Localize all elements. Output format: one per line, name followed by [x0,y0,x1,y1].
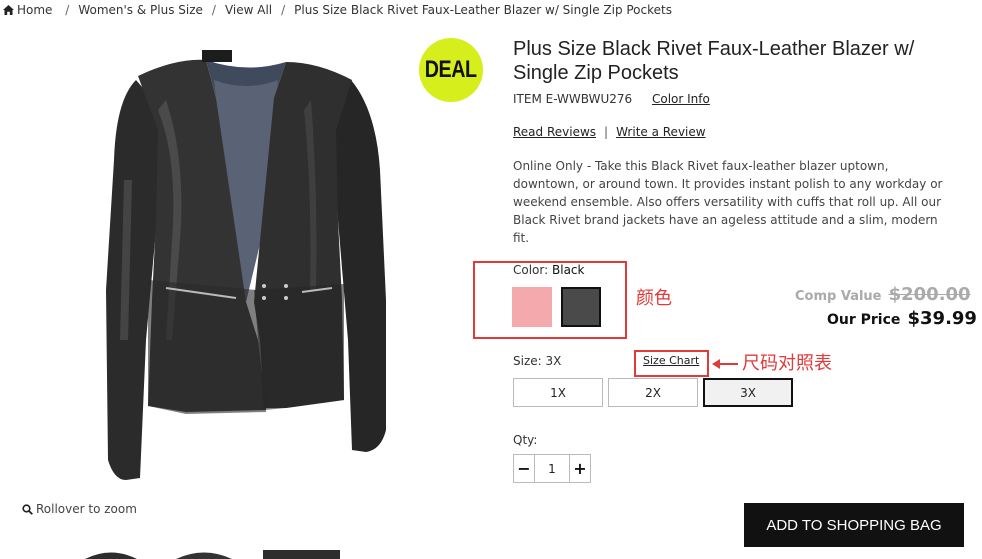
review-separator: | [604,125,609,139]
color-info-link[interactable]: Color Info [652,92,710,106]
add-to-bag-button[interactable]: ADD TO SHOPPING BAG [744,503,964,547]
home-icon [3,5,14,15]
review-links: Read Reviews | Write a Review [513,125,706,139]
annotation-arrow-icon [712,359,738,369]
write-review-link[interactable]: Write a Review [616,125,705,139]
breadcrumb-current: Plus Size Black Rivet Faux-Leather Blaze… [294,3,672,17]
breadcrumb-womens-plus[interactable]: Women's & Plus Size [78,3,203,17]
comp-value: Comp Value $200.00 [795,284,971,305]
color-annotation-note: 颜色 [636,288,672,309]
our-price: Our Price $39.99 [827,308,977,329]
thumbnail-1[interactable] [85,550,137,559]
thumbnail-3[interactable] [263,550,340,559]
breadcrumb-home-label: Home [17,3,53,17]
our-price-label: Our Price [827,312,901,328]
color-selected-value: Black [552,263,585,277]
breadcrumb: Home / Women's & Plus Size / View All / Plus … [3,3,672,17]
breadcrumb-separator: / [65,3,70,17]
zoom-icon [22,504,33,515]
quantity-stepper: − 1 + [513,454,591,483]
read-reviews-link[interactable]: Read Reviews [513,125,596,139]
item-row: ITEM E-WWBWU276 Color Info [513,92,710,106]
size-chart-annotation-note: 尺码对照表 [742,353,832,374]
product-image[interactable] [96,40,396,490]
zoom-hint-label: Rollover to zoom [36,502,137,516]
color-swatch-pink[interactable] [512,287,552,327]
breadcrumb-separator: / [211,3,216,17]
size-label: Size: 3X [513,354,562,368]
size-option-1x[interactable]: 1X [513,378,603,407]
deal-badge: DEAL [419,38,483,102]
deal-badge-label: DEAL [425,56,477,83]
color-label: Color: Black [513,263,584,277]
size-option-2x[interactable]: 2X [608,378,698,407]
product-title: Plus Size Black Rivet Faux-Leather Blaze… [513,38,915,84]
breadcrumb-separator: / [281,3,286,17]
size-chart-link[interactable]: Size Chart [643,354,699,367]
size-option-3x[interactable]: 3X [703,378,793,407]
quantity-input[interactable]: 1 [534,455,570,482]
quantity-label: Qty: [513,433,538,447]
product-description: Online Only - Take this Black Rivet faux… [513,159,943,245]
thumbnail-2[interactable] [176,550,232,559]
quantity-decrease-button[interactable]: − [514,455,534,482]
breadcrumb-view-all[interactable]: View All [225,3,272,17]
color-swatch-black[interactable] [561,287,601,327]
comp-value-amount: $200.00 [888,284,971,305]
zoom-hint: Rollover to zoom [22,502,137,516]
color-label-text: Color: [513,263,549,277]
our-price-amount: $39.99 [907,308,977,329]
item-number: ITEM E-WWBWU276 [513,92,633,106]
comp-value-label: Comp Value [795,289,882,304]
quantity-increase-button[interactable]: + [570,455,590,482]
breadcrumb-home[interactable]: Home [3,3,56,17]
